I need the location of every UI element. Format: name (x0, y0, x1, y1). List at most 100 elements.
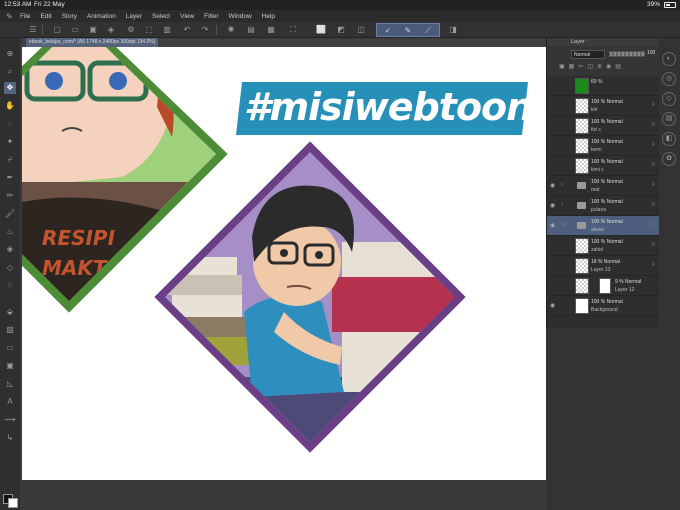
drag-handle-icon[interactable]: ≡ (651, 222, 655, 228)
document-tab[interactable]: ebook_belajar_comi* (A5 1748 x 2480px 30… (26, 38, 159, 47)
menu-edit[interactable]: Edit (40, 13, 51, 20)
layer-row[interactable]: ◉ 100 % Normal Background (547, 296, 659, 316)
hamburger-menu-icon[interactable]: ☰ (28, 25, 38, 35)
redo-icon[interactable]: ↷ (200, 25, 210, 35)
layer-name: pulana (591, 207, 607, 213)
layer-row[interactable]: 100 % Normal kiri ≡ (547, 96, 659, 116)
text-tool-icon[interactable]: A (4, 396, 16, 408)
menu-help[interactable]: Help (262, 13, 275, 20)
move-tool-icon[interactable]: ✥ (4, 82, 16, 94)
drag-handle-icon[interactable]: ≡ (651, 262, 655, 268)
selection-launcher-icon[interactable]: ◫ (356, 25, 366, 35)
save-icon[interactable]: ▣ (88, 25, 98, 35)
layer-mode: Normal (606, 159, 623, 165)
brush-tool-icon[interactable]: 🖌 (4, 208, 16, 220)
open-folder-icon[interactable]: ▭ (70, 25, 80, 35)
deselect-icon[interactable]: ⬜ (316, 25, 326, 35)
layer-name: kiri (591, 107, 598, 113)
eyedropper-icon[interactable]: ⌿ (4, 154, 16, 166)
opacity-slider[interactable] (609, 51, 645, 57)
layer-row[interactable]: 100 % Normal zahid ≡ (547, 236, 659, 256)
menu-file[interactable]: File (20, 13, 30, 20)
canvas[interactable]: RESIPI MAKT #misiwebtoon (22, 47, 546, 480)
hand-tool-icon[interactable]: ⌕ (4, 66, 16, 78)
material-icon[interactable]: ✿ (662, 152, 676, 166)
export-icon[interactable]: ⬚ (144, 25, 154, 35)
airbrush-tool-icon[interactable]: ♨ (4, 226, 16, 238)
pencil-tool-icon[interactable]: ✏ (4, 190, 16, 202)
expand-chevron-icon[interactable]: › (561, 182, 569, 188)
drag-handle-icon[interactable]: ≡ (651, 182, 655, 188)
layer-row[interactable]: 60 % (547, 76, 659, 96)
snap-ruler-icon[interactable]: ✓ (383, 26, 393, 36)
visibility-eye-icon[interactable]: ◉ (550, 202, 558, 209)
sub-color-swatch[interactable] (8, 498, 18, 508)
visibility-eye-icon[interactable]: ◉ (550, 182, 558, 189)
visibility-eye-icon[interactable]: ◉ (550, 222, 558, 229)
layer-row[interactable]: 100 % Normal kemi ≡ (547, 136, 659, 156)
menu-window[interactable]: Window (229, 13, 252, 20)
undo-icon[interactable]: ↶ (182, 25, 192, 35)
status-bar: 12:53 AM Fri 22 May 39% (0, 0, 680, 10)
lasso-tool-icon[interactable]: ◌ (4, 118, 16, 130)
layers-icon[interactable]: ◧ (662, 132, 676, 146)
drag-handle-icon[interactable]: ≡ (651, 142, 655, 148)
layer-action-icons[interactable]: ▣▦✂◫⊕◉▤ (559, 63, 625, 70)
decoration-tool-icon[interactable]: ❀ (4, 244, 16, 256)
zoom-tool-icon[interactable]: ⊕ (4, 48, 16, 60)
transform-icon[interactable]: ⛶ (288, 25, 298, 35)
drag-handle-icon[interactable]: ≡ (651, 242, 655, 248)
drag-handle-icon[interactable]: ≡ (651, 202, 655, 208)
visibility-eye-icon[interactable]: ◉ (550, 302, 558, 309)
frame-tool-icon[interactable]: ▣ (4, 360, 16, 372)
fill-tool-icon[interactable]: ⬙ (4, 306, 16, 318)
layer-row[interactable]: 100 % Normal kimi c ≡ (547, 156, 659, 176)
loading-icon[interactable]: ✺ (226, 25, 236, 35)
settings-icon[interactable]: ⚙ (126, 25, 136, 35)
layer-row[interactable]: ◉ › 100 % Normal pulana ≡ (547, 196, 659, 216)
layer-row-selected[interactable]: ◉ ✎ 100 % Normal akowi ≡ (547, 216, 659, 236)
clear-icon[interactable]: ▤ (246, 25, 256, 35)
fill-selection-icon[interactable]: ▦ (266, 25, 276, 35)
drag-handle-icon[interactable]: ≡ (651, 162, 655, 168)
app-logo-icon[interactable]: ✎ (6, 12, 20, 21)
layer-mode: Normal (606, 239, 623, 245)
menu-view[interactable]: View (180, 13, 194, 20)
layer-row[interactable]: ◉ › 100 % Normal mat ≡ (547, 176, 659, 196)
balloon-tool-icon[interactable]: ◺ (4, 378, 16, 390)
menu-layer[interactable]: Layer (126, 13, 142, 20)
rotate-tool-icon[interactable]: ✋ (4, 100, 16, 112)
sub-view-icon[interactable]: ◇ (662, 92, 676, 106)
menu-filter[interactable]: Filter (204, 13, 218, 20)
menu-select[interactable]: Select (152, 13, 170, 20)
expand-chevron-icon[interactable]: › (561, 202, 569, 208)
toggle-panel-icon[interactable]: ◨ (448, 25, 458, 35)
figure-tool-icon[interactable]: ▭ (4, 342, 16, 354)
layer-property-icon[interactable]: ▤ (662, 112, 676, 126)
import-icon[interactable]: ▥ (162, 25, 172, 35)
gradient-tool-icon[interactable]: ▨ (4, 324, 16, 336)
eraser-tool-icon[interactable]: ◇ (4, 262, 16, 274)
menu-story[interactable]: Story (62, 13, 77, 20)
blend-tool-icon[interactable]: ♢ (4, 280, 16, 292)
layer-row[interactable]: 9 % Normal Layer 12 (547, 276, 659, 296)
opacity-value[interactable]: 100 (647, 50, 655, 56)
snap-grid-icon[interactable]: ⟋ (423, 26, 433, 36)
color-wheel-icon[interactable]: ◐ (662, 52, 676, 66)
snap-special-ruler-icon[interactable]: ✎ (403, 26, 413, 36)
correct-line-tool-icon[interactable]: ↳ (4, 432, 16, 444)
new-file-icon[interactable]: ▢ (52, 25, 62, 35)
magic-wand-icon[interactable]: ✦ (4, 136, 16, 148)
clip-studio-icon[interactable]: ◈ (106, 25, 116, 35)
pen-tool-icon[interactable]: ✒ (4, 172, 16, 184)
drag-handle-icon[interactable]: ≡ (651, 122, 655, 128)
navigator-icon[interactable]: ◎ (662, 72, 676, 86)
layer-row[interactable]: 18 % Normal Layer 13 ≡ (547, 256, 659, 276)
menu-animation[interactable]: Animation (87, 13, 116, 20)
drag-handle-icon[interactable]: ≡ (651, 102, 655, 108)
layer-row[interactable]: 100 % Normal fizi c ≡ (547, 116, 659, 136)
invert-selection-icon[interactable]: ◩ (336, 25, 346, 35)
line-tool-icon[interactable]: ⟿ (4, 414, 16, 426)
edit-pen-icon[interactable]: ✎ (561, 222, 569, 229)
blend-mode-select[interactable]: Normal (571, 50, 605, 59)
